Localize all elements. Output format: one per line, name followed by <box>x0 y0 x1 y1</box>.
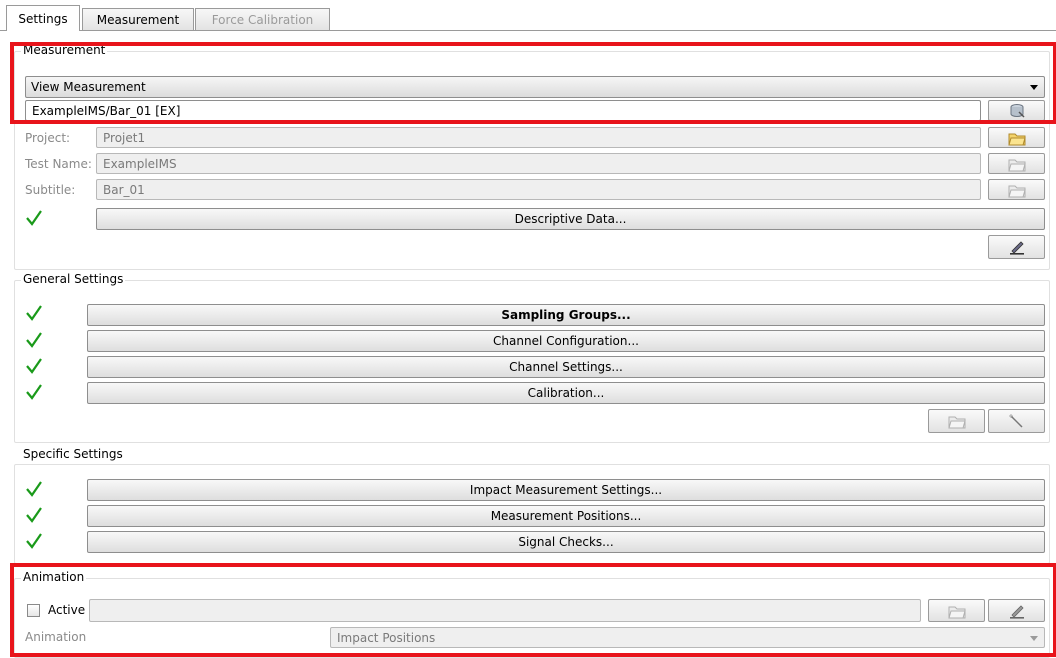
animation-path-field[interactable] <box>89 599 921 622</box>
database-icon <box>1008 103 1026 119</box>
folder-icon <box>948 413 966 429</box>
folder-icon <box>1008 156 1026 172</box>
subtitle-folder-button[interactable] <box>988 179 1045 200</box>
test-name-folder-button[interactable] <box>988 153 1045 174</box>
checkmark-icon <box>26 533 42 549</box>
animation-select[interactable]: Impact Positions <box>330 627 1045 648</box>
checkmark-icon <box>26 358 42 374</box>
general-folder-button[interactable] <box>928 409 985 433</box>
measurement-mode-select[interactable]: View Measurement <box>25 76 1045 98</box>
checkmark-icon <box>26 481 42 497</box>
animation-active-checkbox[interactable] <box>27 604 40 617</box>
measurement-mode-value: View Measurement <box>31 80 146 94</box>
edit-measurement-button[interactable] <box>988 235 1045 259</box>
checkmark-icon <box>26 384 42 400</box>
tab-divider <box>0 30 1056 31</box>
signal-checks-button[interactable]: Signal Checks... <box>87 531 1045 553</box>
tab-measurement[interactable]: Measurement <box>82 8 194 30</box>
wand-icon <box>1008 413 1026 429</box>
project-label: Project: <box>25 131 71 145</box>
tab-force-calibration[interactable]: Force Calibration <box>195 8 330 30</box>
tab-bar: Settings Measurement Force Calibration <box>0 0 1056 31</box>
checkmark-icon <box>26 507 42 523</box>
calibration-button[interactable]: Calibration... <box>87 382 1045 404</box>
channel-configuration-button[interactable]: Channel Configuration... <box>87 330 1045 352</box>
animation-folder-button[interactable] <box>928 599 985 622</box>
test-name-field[interactable]: ExampleIMS <box>96 153 981 174</box>
edit-pen-icon <box>1008 239 1026 255</box>
animation-label: Animation <box>25 630 87 644</box>
tab-settings[interactable]: Settings <box>6 5 80 31</box>
measurement-group-title: Measurement <box>21 43 108 57</box>
animation-select-value: Impact Positions <box>337 631 436 645</box>
descriptive-data-button[interactable]: Descriptive Data... <box>96 208 1045 230</box>
folder-icon <box>948 603 966 619</box>
chevron-down-icon <box>1030 85 1038 90</box>
measurement-positions-button[interactable]: Measurement Positions... <box>87 505 1045 527</box>
general-wand-button[interactable] <box>988 409 1045 433</box>
chevron-down-icon <box>1030 636 1038 641</box>
project-folder-button[interactable] <box>988 127 1045 148</box>
animation-title: Animation <box>21 570 87 584</box>
animation-active-label: Active <box>48 603 86 617</box>
folder-open-icon <box>1008 130 1026 146</box>
checkmark-icon <box>26 305 42 321</box>
channel-settings-button[interactable]: Channel Settings... <box>87 356 1045 378</box>
subtitle-field[interactable]: Bar_01 <box>96 179 981 200</box>
measurement-path-field[interactable]: ExampleIMS/Bar_01 [EX] <box>25 100 981 121</box>
folder-icon <box>1008 182 1026 198</box>
open-database-button[interactable] <box>988 100 1045 121</box>
specific-settings-title: Specific Settings <box>21 447 125 461</box>
animation-edit-button[interactable] <box>988 599 1045 622</box>
sampling-groups-button[interactable]: Sampling Groups... <box>87 304 1045 326</box>
edit-pen-icon <box>1008 603 1026 619</box>
project-field[interactable]: Projet1 <box>96 127 981 148</box>
checkmark-icon <box>26 332 42 348</box>
subtitle-label: Subtitle: <box>25 183 76 197</box>
impact-measurement-settings-button[interactable]: Impact Measurement Settings... <box>87 479 1045 501</box>
general-settings-title: General Settings <box>21 272 126 286</box>
checkmark-icon <box>26 210 42 226</box>
test-name-label: Test Name: <box>25 157 92 171</box>
